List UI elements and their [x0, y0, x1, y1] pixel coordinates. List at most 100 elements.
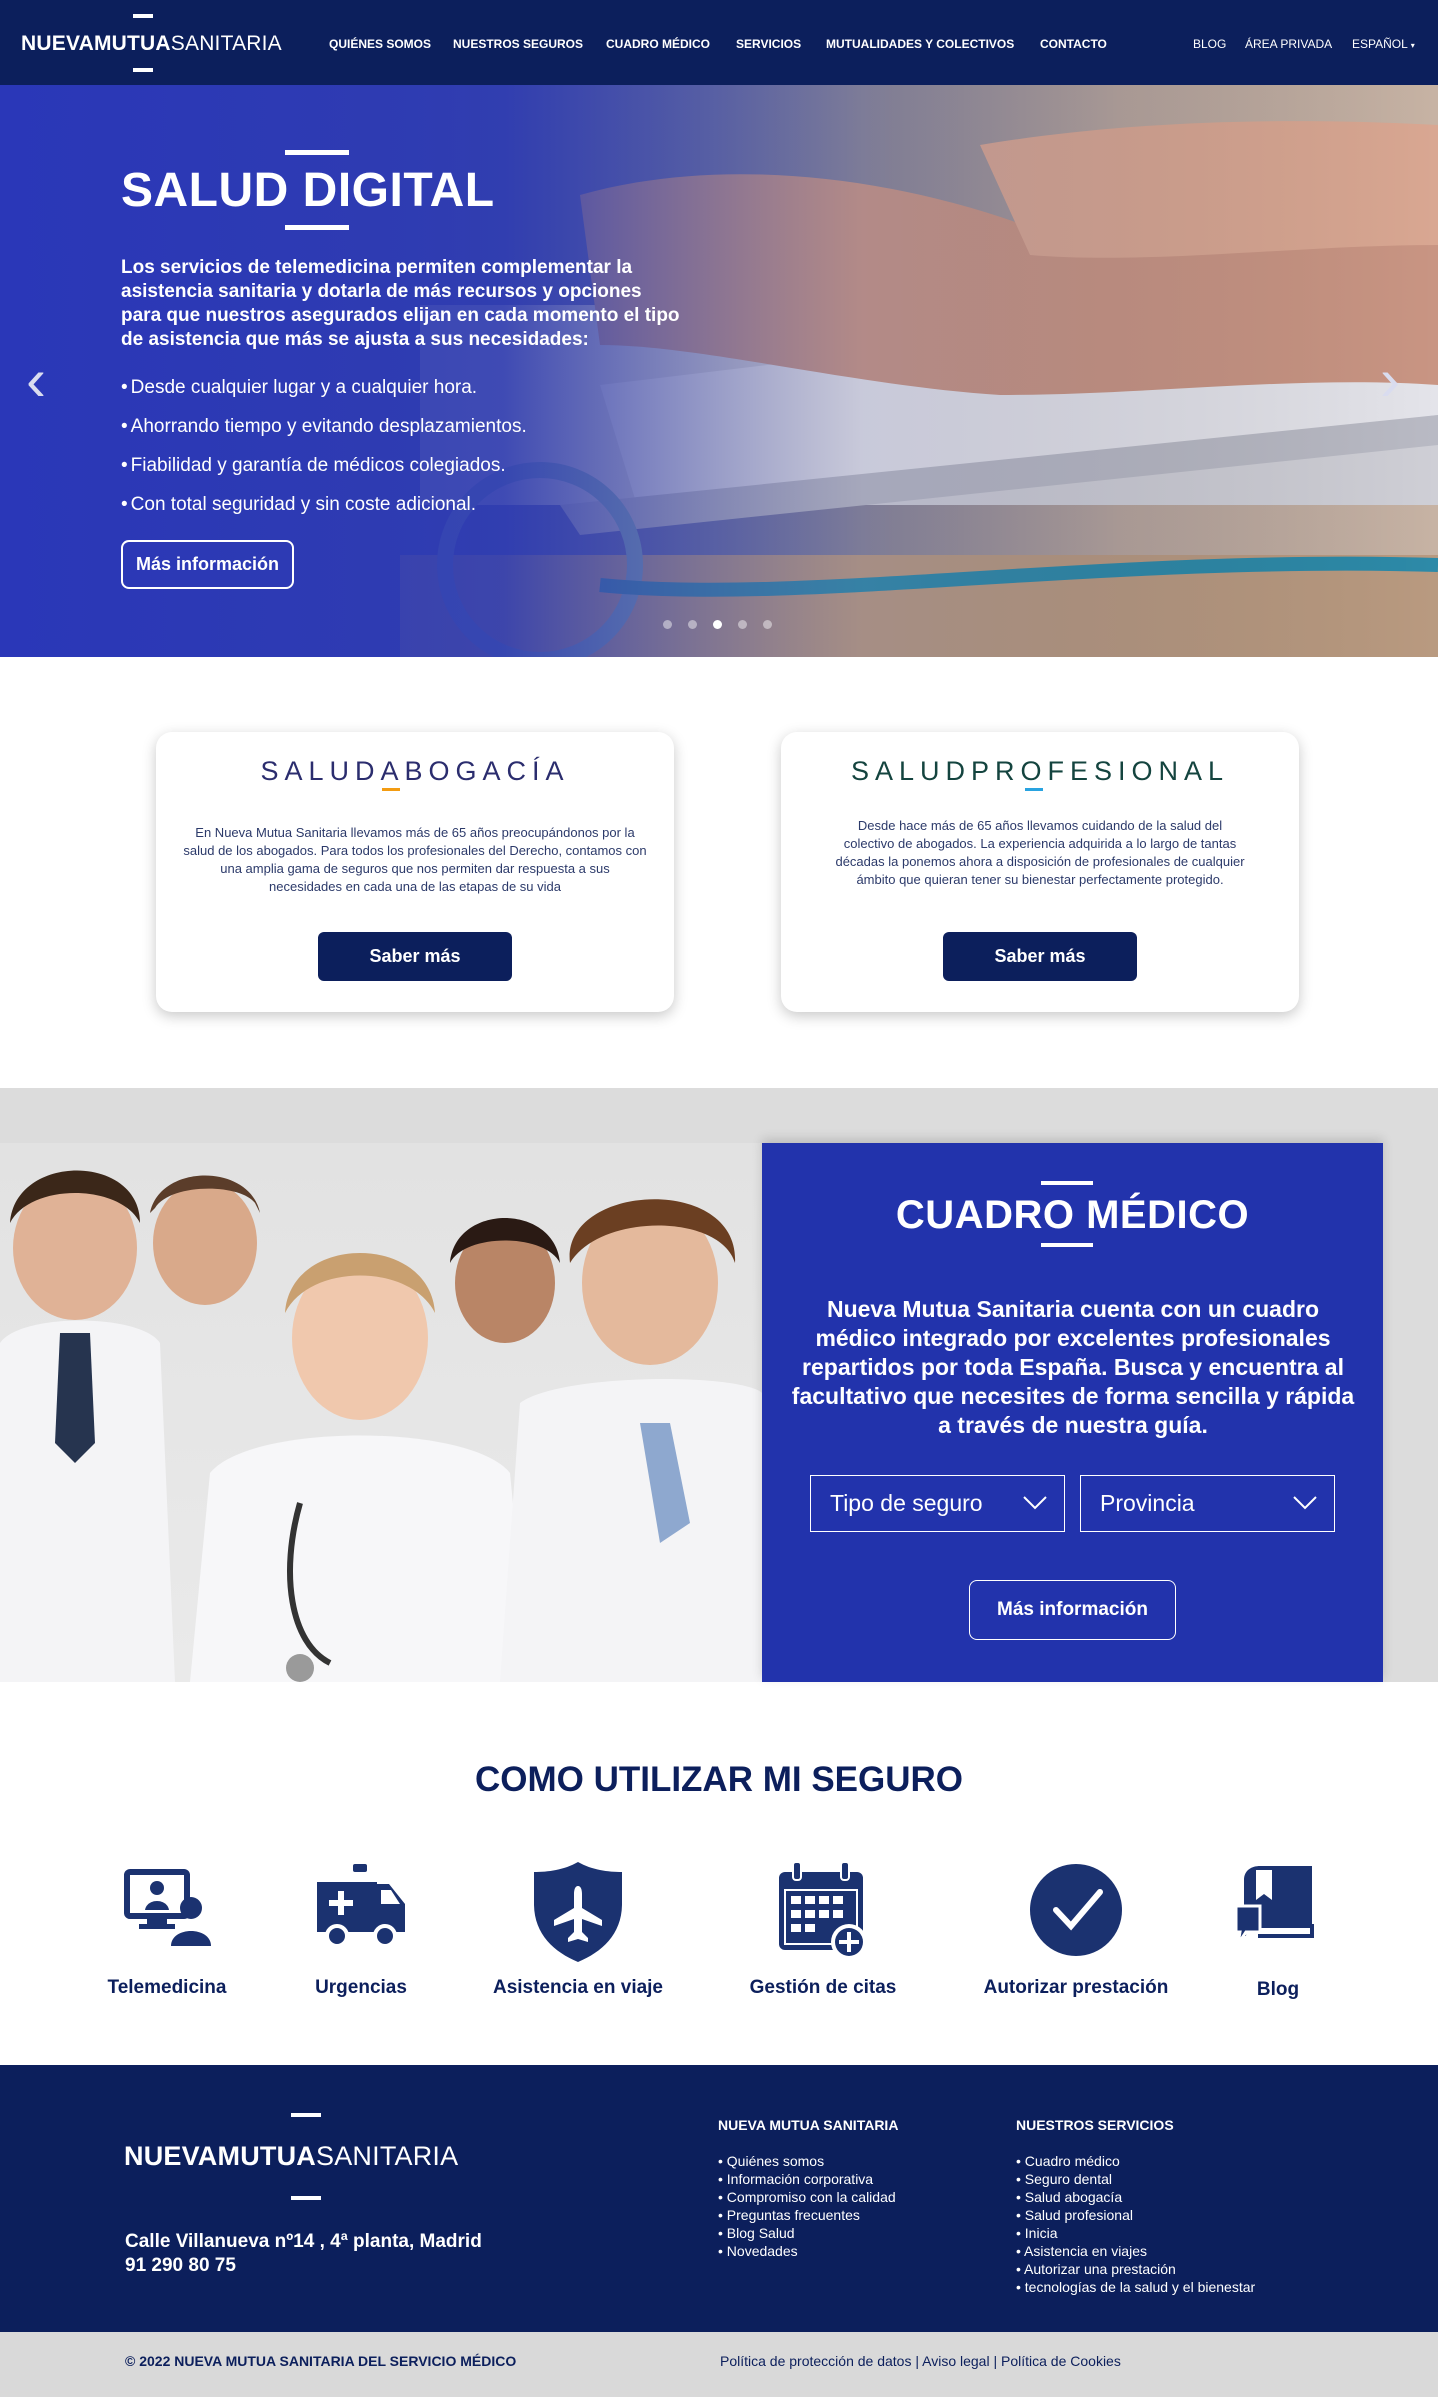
how-to-use-title: COMO UTILIZAR MI SEGURO [474, 1760, 964, 1799]
how-autorizar-prestacion-label: Autorizar prestación [983, 1977, 1169, 1998]
hero-title: SALUD DIGITAL [121, 164, 495, 217]
footer-link[interactable]: Asistencia en viajes [1016, 2242, 1255, 2260]
cm-title-bar-bottom [1041, 1243, 1093, 1247]
footer-logo[interactable]: NUEVAMUTUASANITARIA [124, 2141, 458, 2172]
footer-logo-top-bar [291, 2113, 321, 2117]
nav-servicios[interactable]: SERVICIOS [736, 37, 801, 51]
carousel-dot[interactable] [688, 620, 697, 629]
brand-salud-abogacia: SALUDABOGACÍA [260, 756, 570, 786]
nav-area-privada[interactable]: ÁREA PRIVADA [1245, 37, 1332, 51]
card-salud-profesional: SALUDPROFESIONAL Desde hace más de 65 añ… [781, 732, 1299, 1012]
hero-bullet: Desde cualquier lugar y a cualquier hora… [121, 377, 527, 416]
nav-blog[interactable]: BLOG [1193, 37, 1226, 51]
tipo-seguro-value: Tipo de seguro [830, 1490, 983, 1516]
ambulance-icon [317, 1864, 405, 1948]
provincia-value: Provincia [1100, 1490, 1195, 1516]
footer-link[interactable]: Salud abogacía [1016, 2188, 1255, 2206]
footer-address: Calle Villanueva nº14 , 4ª planta, Madri… [125, 2231, 482, 2252]
footer-link[interactable]: Seguro dental [1016, 2170, 1255, 2188]
footer-link[interactable]: tecnologías de la salud y el bienestar [1016, 2278, 1255, 2296]
hero-bullet: Con total seguridad y sin coste adiciona… [121, 494, 527, 533]
how-blog[interactable]: Blog [1168, 1860, 1388, 2000]
footer-col2-title: NUESTROS SERVICIOS [1016, 2117, 1174, 2133]
footer-link[interactable]: Salud profesional [1016, 2206, 1255, 2224]
carousel-dot[interactable] [663, 620, 672, 629]
footer-logo-bold: NUEVAMUTUA [124, 2141, 316, 2171]
hero-title-bar-top [285, 150, 349, 155]
site-logo[interactable]: NUEVAMUTUASANITARIA [21, 32, 282, 56]
chevron-down-icon [1293, 1496, 1317, 1510]
footer-phone: 91 290 80 75 [125, 2255, 236, 2276]
carousel-prev-icon[interactable]: ‹ [26, 350, 46, 410]
telemedicine-icon [124, 1869, 211, 1946]
chevron-down-icon [1023, 1496, 1047, 1510]
cuadro-medico-title: CUADRO MÉDICO [895, 1193, 1250, 1237]
nav-quienes-somos[interactable]: QUIÉNES SOMOS [329, 37, 431, 51]
card-profesional-text: Desde hace más de 65 años llevamos cuida… [835, 818, 1245, 887]
how-gestion-citas-label: Gestión de citas [749, 1977, 897, 1998]
hero-more-info-button[interactable]: Más información [121, 540, 294, 589]
nav-mutualidades[interactable]: MUTUALIDADES Y COLECTIVOS [826, 37, 1014, 51]
brand-accent-mark [382, 788, 400, 791]
check-circle-icon [1030, 1864, 1122, 1956]
language-label: ESPAÑOL [1352, 37, 1408, 51]
footer-link[interactable]: Blog Salud [718, 2224, 896, 2242]
saber-mas-profesional-button[interactable]: Saber más [943, 932, 1137, 981]
footer-col1-list: Quiénes somos Información corporativa Co… [718, 2152, 896, 2260]
carousel-dot[interactable] [738, 620, 747, 629]
hero-carousel: SALUD DIGITAL Los servicios de telemedic… [0, 85, 1438, 657]
footer-logo-bottom-bar [291, 2196, 321, 2200]
brand-salud-profesional: SALUDPROFESIONAL [850, 756, 1230, 786]
footer-link[interactable]: Novedades [718, 2242, 896, 2260]
provincia-select[interactable]: Provincia [1080, 1475, 1335, 1532]
logo-top-bar [133, 14, 153, 18]
logo-bold-text: NUEVAMUTUA [21, 32, 171, 55]
footer-col1-title: NUEVA MUTUA SANITARIA [718, 2117, 899, 2133]
brand-accent-mark [1025, 788, 1043, 791]
hero-intro: Los servicios de telemedicina permiten c… [121, 257, 680, 350]
nav-nuestros-seguros[interactable]: NUESTROS SEGUROS [453, 37, 583, 51]
how-asistencia-viaje-label: Asistencia en viaje [492, 1977, 664, 1998]
footer-link[interactable]: Quiénes somos [718, 2152, 896, 2170]
carousel-dot[interactable] [763, 620, 772, 629]
how-urgencias-label: Urgencias [315, 1977, 407, 1998]
footer-col2-list: Cuadro médico Seguro dental Salud abogac… [1016, 2152, 1255, 2296]
how-autorizar-prestacion[interactable]: Autorizar prestación [966, 1860, 1186, 1998]
carousel-dot-active[interactable] [713, 620, 722, 629]
footer-link[interactable]: Información corporativa [718, 2170, 896, 2188]
doctors-illustration [0, 1170, 762, 1682]
nav-cuadro-medico[interactable]: CUADRO MÉDICO [606, 37, 710, 51]
language-selector[interactable]: ESPAÑOL ▾ [1352, 37, 1415, 51]
how-telemedicina[interactable]: Telemedicina [57, 1860, 277, 1998]
privacy-policy-link[interactable]: Política de protección de datos [720, 2353, 911, 2369]
blog-book-icon [1234, 1866, 1314, 1945]
cuadro-more-info-button[interactable]: Más información [969, 1580, 1176, 1640]
how-blog-label: Blog [1256, 1979, 1300, 2000]
legal-notice-link[interactable]: Aviso legal [922, 2353, 989, 2369]
logo-bottom-bar [133, 68, 153, 72]
hero-bullet-list: Desde cualquier lugar y a cualquier hora… [121, 377, 527, 533]
footer-link[interactable]: Compromiso con la calidad [718, 2188, 896, 2206]
hero-bullet: Fiabilidad y garantía de médicos colegia… [121, 455, 527, 494]
how-asistencia-viaje[interactable]: Asistencia en viaje [468, 1860, 688, 1998]
footer-link[interactable]: Autorizar una prestación [1016, 2260, 1255, 2278]
cm-title-bar-top [1041, 1181, 1093, 1185]
card-salud-abogacia: SALUDABOGACÍA En Nueva Mutua Sanitaria l… [156, 732, 674, 1012]
saber-mas-abogacia-button[interactable]: Saber más [318, 932, 512, 981]
tipo-seguro-select[interactable]: Tipo de seguro [810, 1475, 1065, 1532]
calendar-plus-icon [779, 1861, 867, 1960]
nav-contacto[interactable]: CONTACTO [1040, 37, 1107, 51]
footer-link[interactable]: Cuadro médico [1016, 2152, 1255, 2170]
card-abogacia-text: En Nueva Mutua Sanitaria llevamos más de… [183, 825, 647, 894]
hero-title-bar-bottom [285, 225, 349, 230]
carousel-next-icon[interactable]: › [1380, 350, 1400, 410]
how-urgencias[interactable]: Urgencias [251, 1860, 471, 1998]
top-navbar: NUEVAMUTUASANITARIA QUIÉNES SOMOS NUESTR… [0, 0, 1438, 85]
footer-link[interactable]: Inicia [1016, 2224, 1255, 2242]
legal-separator: | [993, 2353, 1001, 2369]
how-gestion-citas[interactable]: Gestión de citas [713, 1860, 933, 1998]
footer-link[interactable]: Preguntas frecuentes [718, 2206, 896, 2224]
hero-bullet: Ahorrando tiempo y evitando desplazamien… [121, 416, 527, 455]
cookies-policy-link[interactable]: Política de Cookies [1001, 2353, 1121, 2369]
legal-links: Política de protección de datos | Aviso … [720, 2353, 1121, 2369]
